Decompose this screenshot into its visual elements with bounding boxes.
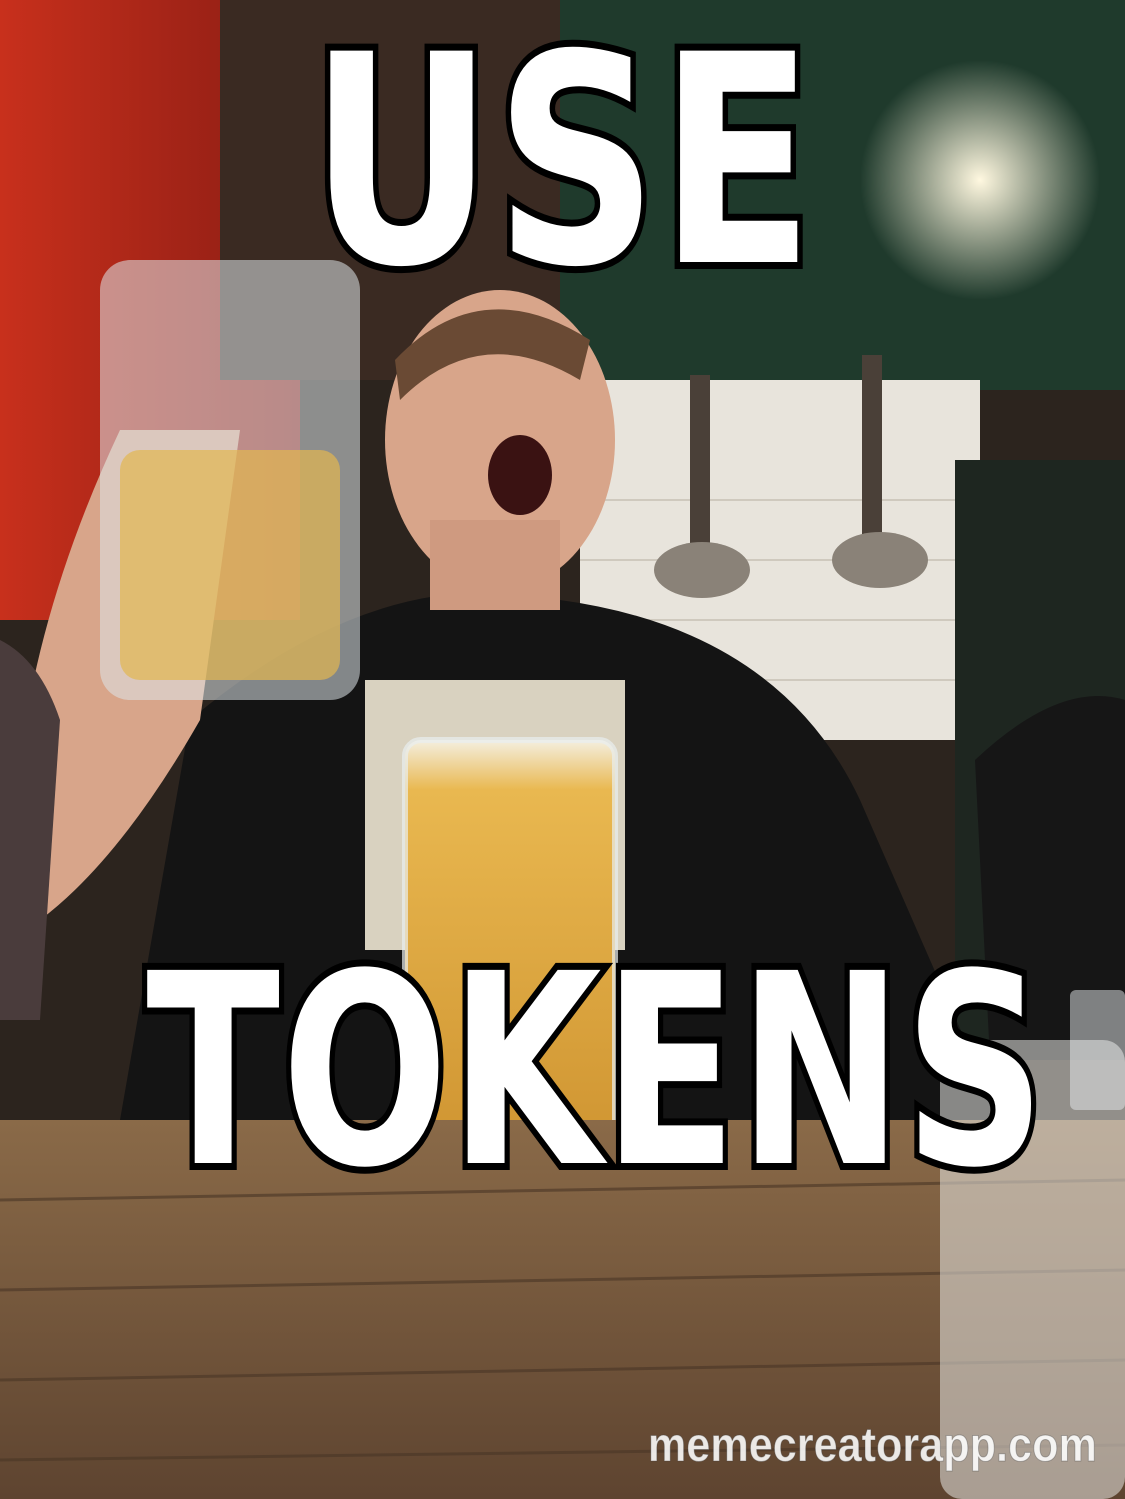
top-caption: USE (304, 0, 819, 331)
watermark-text: memecreatorapp.com (648, 1419, 1098, 1473)
meme-image: USE TOKENS memecreatorapp.com (0, 0, 1125, 1499)
bottom-caption: TOKENS (141, 918, 1051, 1226)
